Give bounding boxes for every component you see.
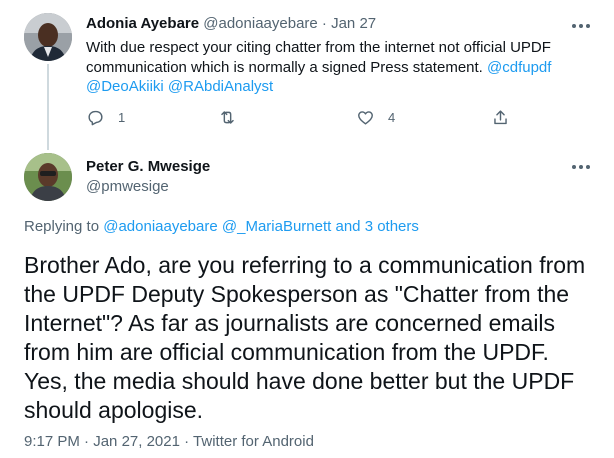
tweet-thread: Adonia Ayebare @adoniaayebare · Jan 27 W… bbox=[0, 0, 614, 458]
replying-prefix: Replying to bbox=[24, 218, 100, 235]
retweet-button[interactable] bbox=[218, 108, 250, 127]
replying-user-link[interactable]: @adoniaayebare bbox=[103, 218, 217, 235]
reply-count: 1 bbox=[118, 110, 126, 125]
author-name[interactable]: Adonia Ayebare bbox=[86, 15, 199, 32]
separator: · bbox=[184, 433, 190, 450]
thread-connector-line bbox=[47, 64, 49, 150]
parent-tweet[interactable]: Adonia Ayebare @adoniaayebare · Jan 27 W… bbox=[0, 0, 614, 150]
avatar[interactable] bbox=[24, 153, 72, 201]
tweet-time[interactable]: 9:17 PM bbox=[24, 433, 80, 450]
like-button[interactable]: 4 bbox=[356, 108, 395, 127]
more-icon[interactable] bbox=[572, 18, 590, 34]
more-icon[interactable] bbox=[572, 159, 590, 175]
mention-link[interactable]: @DeoAkiiki bbox=[86, 78, 164, 95]
tweet-source[interactable]: Twitter for Android bbox=[193, 433, 314, 450]
share-icon bbox=[494, 110, 507, 125]
mention-link[interactable]: @RAbdiAnalyst bbox=[168, 78, 273, 95]
tweet-date[interactable]: Jan 27 bbox=[331, 15, 376, 32]
author-handle[interactable]: @pmwesige bbox=[86, 178, 169, 195]
tweet-body: With due respect your citing chatter fro… bbox=[86, 39, 551, 76]
author-handle[interactable]: @adoniaayebare bbox=[203, 15, 317, 32]
tweet-meta: 9:17 PM · Jan 27, 2021 · Twitter for And… bbox=[24, 433, 314, 450]
tweet-header: Adonia Ayebare @adoniaayebare · Jan 27 bbox=[86, 15, 376, 32]
tweet-text: With due respect your citing chatter fro… bbox=[86, 38, 586, 97]
tweet-actions: 1 4 bbox=[86, 108, 526, 130]
retweet-icon bbox=[221, 111, 234, 124]
reply-icon bbox=[88, 110, 103, 126]
main-tweet: Peter G. Mwesige @pmwesige Replying to @… bbox=[0, 150, 614, 458]
tweet-text: Brother Ado, are you referring to a comm… bbox=[24, 252, 586, 423]
replying-user-link[interactable]: @_MariaBurnett bbox=[222, 218, 331, 235]
tweet-date[interactable]: Jan 27, 2021 bbox=[93, 433, 180, 450]
like-icon bbox=[358, 111, 373, 125]
avatar[interactable] bbox=[24, 13, 72, 61]
author-name[interactable]: Peter G. Mwesige bbox=[86, 158, 210, 175]
separator: · bbox=[84, 433, 90, 450]
share-button[interactable] bbox=[491, 108, 510, 127]
replying-others-link[interactable]: and 3 others bbox=[336, 218, 419, 235]
separator: · bbox=[321, 15, 327, 32]
like-count: 4 bbox=[388, 110, 396, 125]
replying-to: Replying to @adoniaayebare @_MariaBurnet… bbox=[24, 218, 419, 235]
reply-button[interactable]: 1 bbox=[86, 108, 125, 127]
mention-link[interactable]: @cdfupdf bbox=[487, 59, 551, 76]
